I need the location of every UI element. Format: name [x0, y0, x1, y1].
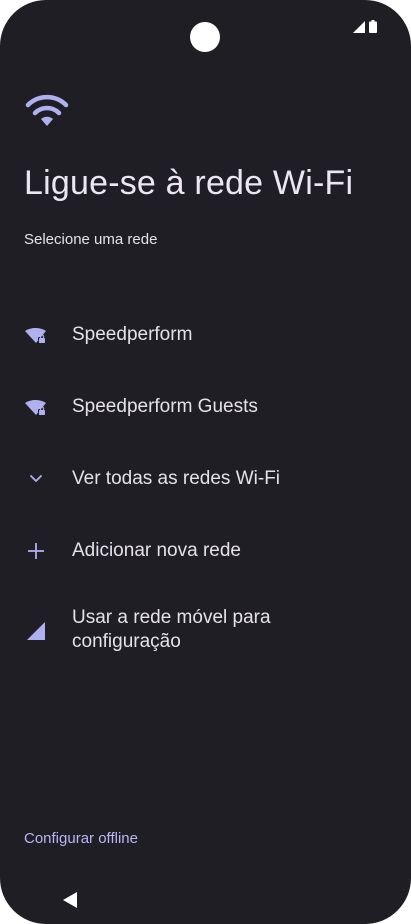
use-mobile-network-label: Usar a rede móvel para configuração: [72, 606, 271, 654]
network-item-speedperform[interactable]: Speedperform: [0, 322, 411, 348]
wifi-icon: [25, 94, 69, 126]
see-all-networks-button[interactable]: Ver todas as redes Wi-Fi: [0, 466, 411, 492]
status-bar-icons: [353, 20, 377, 33]
battery-icon: [369, 20, 377, 33]
chevron-down-icon: [24, 467, 48, 491]
camera-cutout: [190, 22, 220, 52]
phone-screen: Ligue-se à rede Wi-Fi Selecione uma rede…: [0, 0, 411, 924]
add-network-label: Adicionar nova rede: [72, 540, 241, 561]
see-all-networks-label: Ver todas as redes Wi-Fi: [72, 468, 281, 489]
cellular-signal-icon: [24, 619, 48, 643]
add-network-button[interactable]: Adicionar nova rede: [0, 538, 411, 564]
configure-offline-link[interactable]: Configurar offline: [24, 830, 138, 847]
wifi-locked-icon: [24, 323, 48, 347]
page-title: Ligue-se à rede Wi-Fi: [24, 164, 354, 202]
plus-icon: [24, 539, 48, 563]
network-item-speedperform-guests[interactable]: Speedperform Guests: [0, 394, 411, 420]
network-name: Speedperform Guests: [72, 396, 258, 417]
use-mobile-network-line1: Usar a rede móvel para: [72, 607, 271, 628]
use-mobile-network-line2: configuração: [72, 631, 181, 652]
use-mobile-network-button[interactable]: Usar a rede móvel para configuração: [0, 606, 411, 656]
back-triangle-icon[interactable]: [62, 891, 78, 909]
wifi-locked-icon: [24, 395, 48, 419]
page-subtitle: Selecione uma rede: [24, 231, 158, 248]
network-name: Speedperform: [72, 324, 193, 345]
signal-icon: [353, 21, 365, 33]
